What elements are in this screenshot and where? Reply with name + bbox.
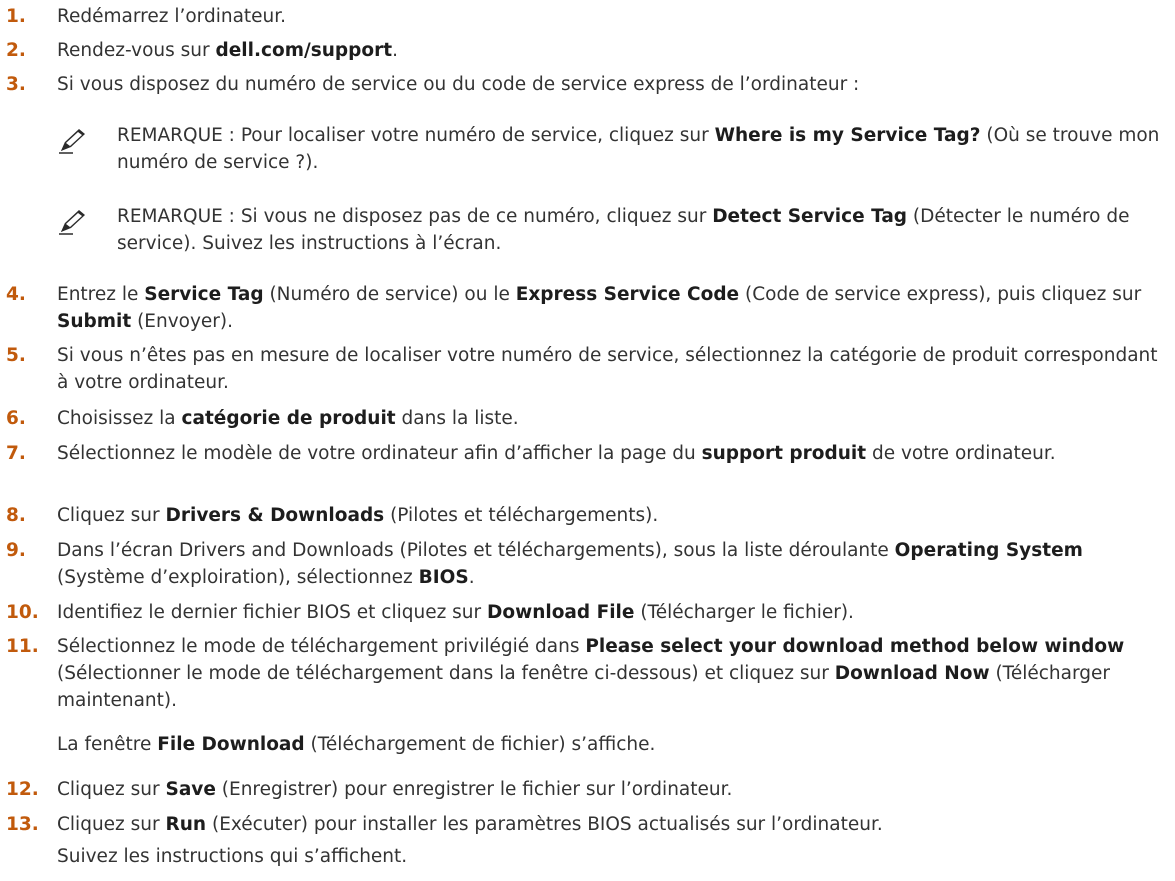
pencil-icon — [59, 129, 85, 154]
detect-service-tag-link[interactable]: Detect Service Tag — [712, 206, 907, 227]
step-text: Choisissez la catégorie de produit dans … — [57, 408, 519, 429]
step-text: Sélectionnez le modèle de votre ordinate… — [57, 443, 1056, 464]
step-number: 3. — [6, 74, 26, 95]
step-text: Redémarrez l’ordinateur. — [57, 6, 287, 27]
step-text: Identifiez le dernier fichier BIOS et cl… — [57, 602, 854, 623]
step-text: Cliquez sur Run (Exécuter) pour installe… — [57, 814, 883, 835]
note-text: REMARQUE : Pour localiser votre numéro d… — [117, 125, 1160, 173]
step-number: 4. — [6, 284, 26, 305]
step-text: Sélectionnez le mode de téléchargement p… — [57, 636, 1125, 711]
step-number: 11. — [6, 636, 39, 657]
step-number: 7. — [6, 443, 26, 464]
step-11-result: La fenêtre File Download (Téléchargement… — [57, 734, 656, 755]
step-number: 9. — [6, 540, 26, 561]
step-number: 1. — [6, 6, 26, 27]
step-13-followup: Suivez les instructions qui s’affichent. — [57, 846, 408, 867]
step-number: 10. — [6, 602, 39, 623]
note-label: REMARQUE : — [117, 206, 241, 227]
step-text: Si vous disposez du numéro de service ou… — [57, 74, 860, 95]
step-text: Si vous n’êtes pas en mesure de localise… — [57, 345, 1158, 393]
step-text: Dans l’écran Drivers and Downloads (Pilo… — [57, 540, 1083, 588]
step-text: Entrez le Service Tag (Numéro de service… — [57, 284, 1142, 332]
step-number: 2. — [6, 40, 26, 61]
step-number: 6. — [6, 408, 26, 429]
support-link[interactable]: dell.com/support — [216, 40, 393, 61]
note-label: REMARQUE : — [117, 125, 241, 146]
where-service-tag-link[interactable]: Where is my Service Tag? — [715, 125, 981, 146]
step-number: 8. — [6, 505, 26, 526]
pencil-icon — [59, 210, 85, 235]
step-number: 13. — [6, 814, 39, 835]
step-number: 5. — [6, 345, 26, 366]
step-number: 12. — [6, 779, 39, 800]
note-text: REMARQUE : Si vous ne disposez pas de ce… — [117, 206, 1130, 254]
step-text: Cliquez sur Drivers & Downloads (Pilotes… — [57, 505, 659, 526]
step-text: Cliquez sur Save (Enregistrer) pour enre… — [57, 779, 733, 800]
step-text: Rendez-vous sur dell.com/support. — [57, 40, 398, 61]
